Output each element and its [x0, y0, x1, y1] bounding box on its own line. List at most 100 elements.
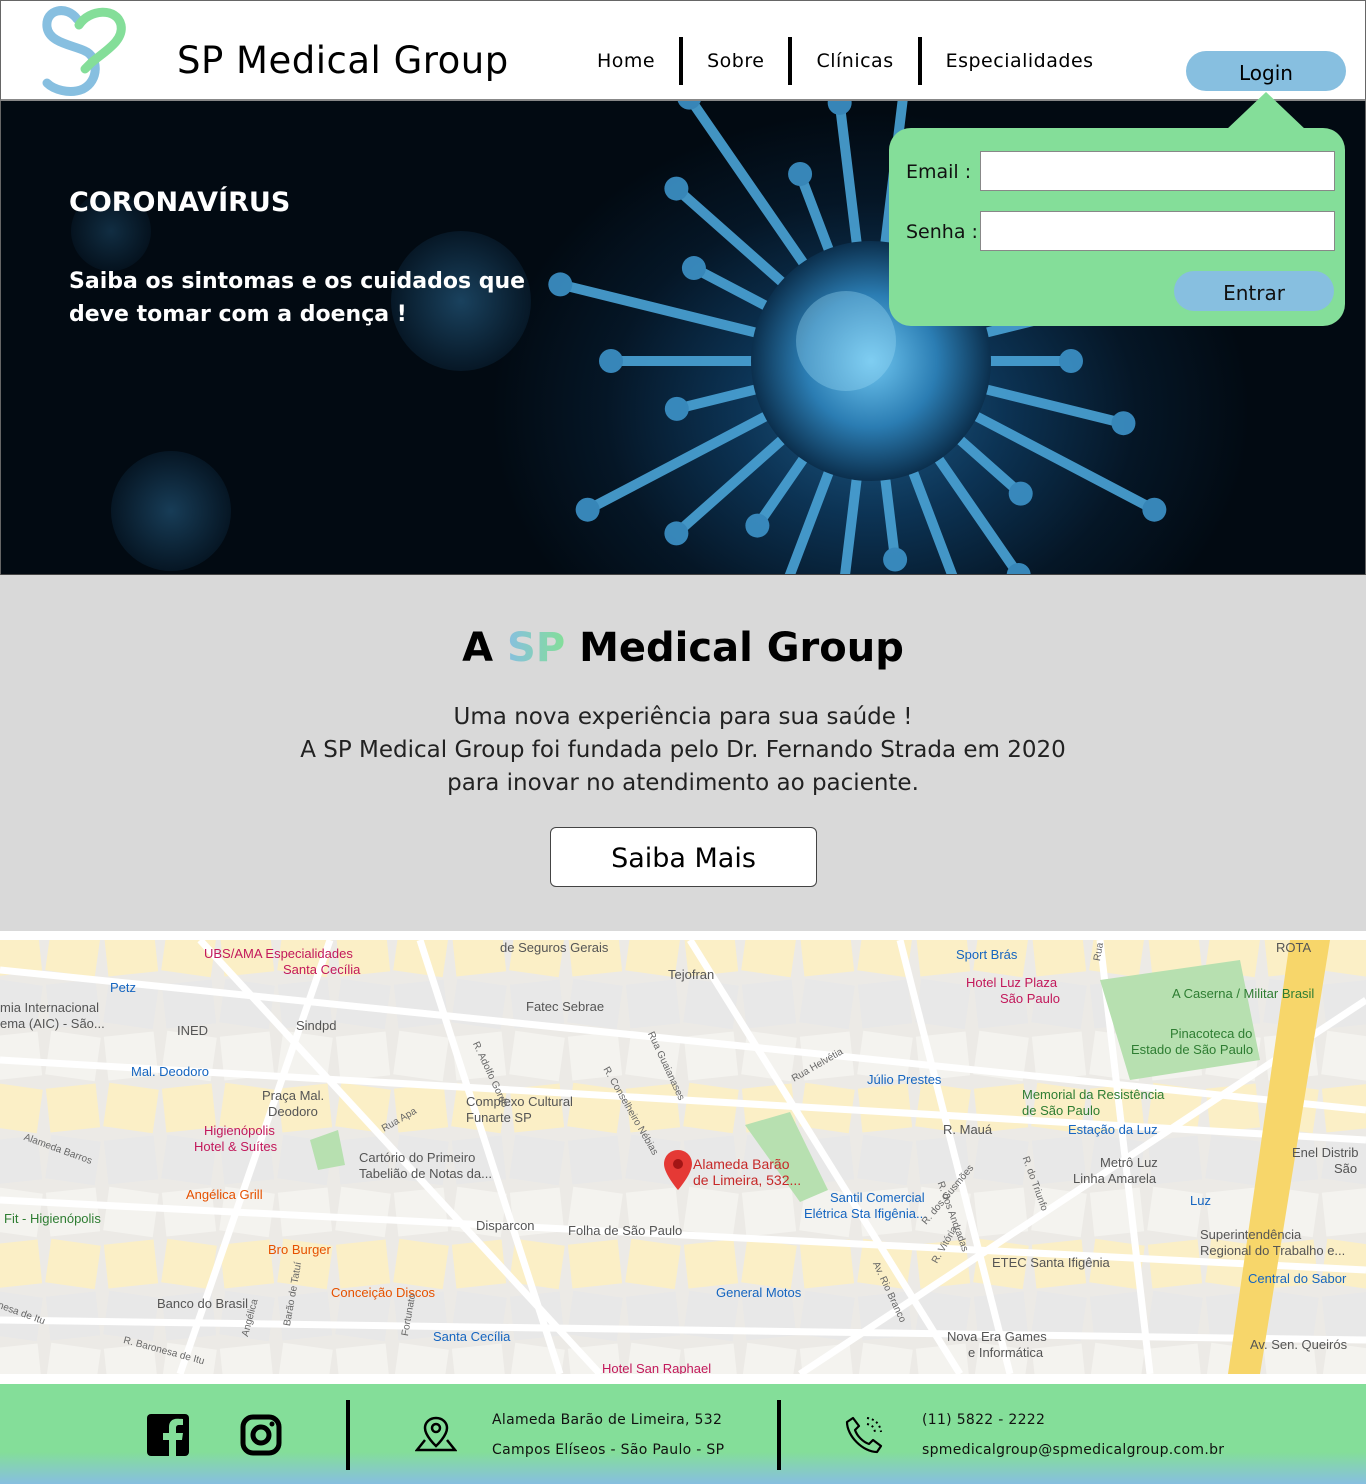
sp-logo-icon[interactable] [39, 5, 129, 97]
map-place-label[interactable]: São Paulo [1000, 991, 1060, 1006]
map-place-label[interactable]: de Seguros Gerais [500, 940, 608, 955]
map-place-label[interactable]: ETEC Santa Ifigênia [992, 1255, 1110, 1270]
virus-spike-tip [681, 256, 706, 281]
map-place-label[interactable]: mia Internacional [0, 1000, 99, 1015]
virus-spike-tip [827, 101, 852, 115]
virus-spike-tip [548, 272, 573, 297]
map-block [335, 1031, 391, 1081]
map-place-label[interactable]: Fatec Sebrae [526, 999, 604, 1014]
map-place-label[interactable]: e Informática [968, 1345, 1043, 1360]
map-place-label[interactable]: Tabelião de Notas da... [359, 1166, 492, 1181]
about-line: A SP Medical Group foi fundada pelo Dr. … [300, 737, 1066, 763]
map-place-label[interactable]: Petz [110, 980, 136, 995]
map-place-label[interactable]: Santa Cecília [433, 1329, 510, 1344]
map-block [1205, 1134, 1261, 1186]
map-place-label[interactable]: Bro Burger [268, 1242, 331, 1257]
map-place-label[interactable]: Tejofran [668, 967, 714, 982]
map-place-label[interactable]: Mal. Deodoro [131, 1064, 209, 1079]
brand-name[interactable]: SP Medical Group [177, 39, 509, 82]
map-place-label[interactable]: Nova Era Games [947, 1329, 1047, 1344]
map-place-label[interactable]: R. Mauá [943, 1122, 992, 1137]
map-marker-icon[interactable] [664, 1150, 692, 1190]
senha-label: Senha : [906, 221, 978, 243]
map-place-label[interactable]: Folha de São Paulo [568, 1223, 682, 1238]
map-place-label[interactable]: de São Paulo [1022, 1103, 1100, 1118]
nav-sobre[interactable]: Sobre [683, 37, 788, 85]
login-popup: Email : Senha : Entrar [889, 128, 1345, 326]
virus-spike [582, 407, 779, 515]
about-title-prefix: A [462, 625, 494, 671]
map-place-label[interactable]: Disparcon [476, 1218, 535, 1233]
map-place-label[interactable]: Funarte SP [466, 1110, 532, 1125]
map-place-label[interactable]: Conceição Discos [331, 1285, 435, 1300]
map-place-label[interactable]: Júlio Prestes [867, 1072, 941, 1087]
map-place-label[interactable]: A Caserna / Militar Brasil [1172, 986, 1314, 1001]
map-place-label[interactable]: Santa Cecília [283, 962, 360, 977]
map-place-label[interactable]: Pinacoteca do [1170, 1026, 1252, 1041]
instagram-icon[interactable] [240, 1414, 282, 1456]
map-place-label[interactable]: Linha Amarela [1073, 1171, 1156, 1186]
map-place-label[interactable]: São [1334, 1161, 1357, 1176]
map-place-label[interactable]: Memorial da Resistência [1022, 1087, 1164, 1102]
map-place-label[interactable]: Cartório do Primeiro [359, 1150, 475, 1165]
map-place-label[interactable]: Sindpd [296, 1018, 336, 1033]
virus-spike [834, 101, 863, 257]
nav-especialidades[interactable]: Especialidades [922, 37, 1118, 85]
map-place-label[interactable]: Av. Sen. Queirós [1250, 1337, 1347, 1352]
map-block [1089, 1342, 1145, 1374]
map-place-label[interactable]: Hotel San Raphael [602, 1361, 711, 1374]
map-place-label[interactable]: ROTA [1276, 940, 1311, 955]
footer-email[interactable]: spmedicalgroup@spmedicalgroup.com.br [922, 1442, 1224, 1458]
map-place-label[interactable]: Angélica Grill [186, 1187, 263, 1202]
map-block [45, 1238, 101, 1290]
map-place-label[interactable]: Central do Sabor [1248, 1271, 1346, 1286]
map-block [625, 979, 681, 1029]
login-button[interactable]: Login [1186, 51, 1346, 91]
about-section: A SP Medical Group Uma nova experiência … [0, 575, 1366, 931]
map-block [451, 940, 507, 977]
map-place-label[interactable]: Hotel & Suítes [194, 1139, 277, 1154]
map-place-label[interactable]: Hotel Luz Plaza [966, 975, 1057, 990]
map-place-label[interactable]: Banco do Brasil [157, 1296, 248, 1311]
footer-divider [777, 1400, 781, 1470]
footer-phone[interactable]: (11) 5822 - 2222 [922, 1412, 1045, 1428]
map-place-label[interactable]: Metrô Luz [1100, 1155, 1158, 1170]
map-place-label[interactable]: Complexo Cultural [466, 1094, 573, 1109]
map-block [103, 940, 159, 977]
phone-icon[interactable] [843, 1412, 887, 1456]
email-field[interactable] [980, 151, 1335, 191]
map-place-label[interactable]: Santil Comercial [830, 1190, 925, 1205]
map-place-label[interactable]: General Motos [716, 1285, 801, 1300]
virus-spike [948, 428, 1026, 499]
map-place-label[interactable]: Estado de São Paulo [1131, 1042, 1253, 1057]
map-place-label[interactable]: Higienópolis [204, 1123, 275, 1138]
map-place-label[interactable]: UBS/AMA Especialidades [204, 946, 353, 961]
saiba-mais-button[interactable]: Saiba Mais [550, 827, 817, 887]
map-block [45, 1083, 101, 1133]
map-place-label[interactable]: Superintendência [1200, 1227, 1301, 1242]
map-place-label[interactable]: Regional do Trabalho e... [1200, 1243, 1345, 1258]
map-place-label[interactable]: Deodoro [268, 1104, 318, 1119]
map-block [625, 1238, 681, 1290]
map-place-label[interactable]: Luz [1190, 1193, 1211, 1208]
map-block [509, 1134, 565, 1186]
senha-field[interactable] [980, 211, 1335, 251]
facebook-icon[interactable] [147, 1414, 189, 1456]
map-place-label[interactable]: Estação da Luz [1068, 1122, 1158, 1137]
map-place-label[interactable]: Praça Mal. [262, 1088, 324, 1103]
map-block [45, 1030, 101, 1082]
nav-home[interactable]: Home [573, 37, 679, 85]
map-block [567, 1239, 623, 1289]
entrar-button[interactable]: Entrar [1174, 271, 1334, 311]
map-place-label[interactable]: INED [177, 1023, 208, 1038]
map-place-label[interactable]: Elétrica Sta Ifigênia... [804, 1206, 927, 1221]
map-place-label[interactable]: ema (AIC) - São... [0, 1016, 105, 1031]
map-place-label[interactable]: Fit - Higienópolis [4, 1211, 101, 1226]
nav-clinicas[interactable]: Clínicas [792, 37, 917, 85]
map-block [509, 1030, 565, 1082]
footer-address-line1: Alameda Barão de Limeira, 532 [492, 1412, 723, 1428]
map-block [335, 1239, 391, 1289]
location-map[interactable]: UBS/AMA Especialidades Santa Cecília de Se… [0, 940, 1366, 1374]
map-place-label[interactable]: Sport Brás [956, 947, 1017, 962]
map-place-label[interactable]: Enel Distrib [1292, 1145, 1358, 1160]
